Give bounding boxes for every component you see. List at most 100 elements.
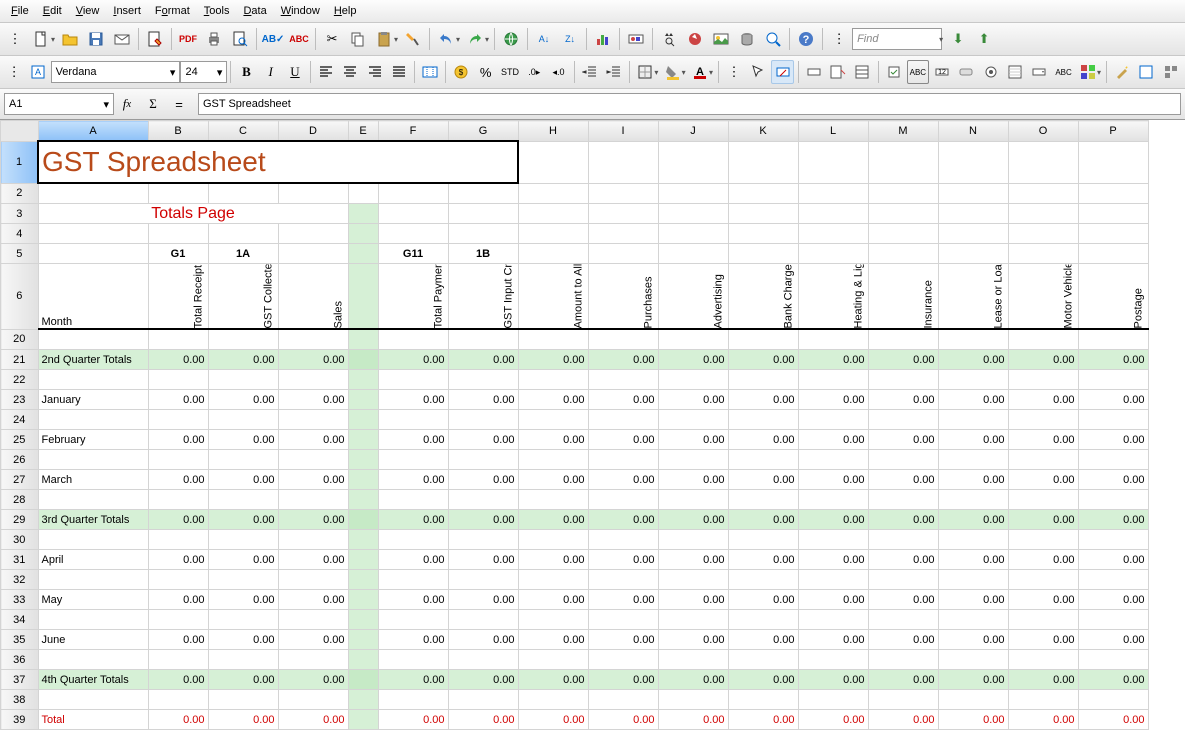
cell-i23[interactable]: 0.00: [518, 390, 588, 410]
cell-label-24[interactable]: [38, 410, 148, 430]
cell-o33[interactable]: 0.00: [938, 590, 1008, 610]
cell-k25[interactable]: 0.00: [658, 430, 728, 450]
cell-g37[interactable]: 0.00: [378, 670, 448, 690]
cell-g36[interactable]: [378, 650, 448, 670]
cell-i38[interactable]: [518, 690, 588, 710]
cell-m29[interactable]: 0.00: [798, 510, 868, 530]
chart-icon[interactable]: [591, 27, 615, 51]
cell-l33[interactable]: 0.00: [728, 590, 798, 610]
cell-j26[interactable]: [588, 450, 658, 470]
cell-d28[interactable]: [208, 490, 278, 510]
row-header-31[interactable]: 31: [1, 550, 39, 570]
cell-label-38[interactable]: [38, 690, 148, 710]
sort-asc-icon[interactable]: A↓: [532, 27, 556, 51]
cell-o26[interactable]: [938, 450, 1008, 470]
cell-j37[interactable]: 0.00: [588, 670, 658, 690]
cell-i28[interactable]: [518, 490, 588, 510]
merge-cells-icon[interactable]: [419, 60, 441, 84]
print-preview-icon[interactable]: [228, 27, 252, 51]
cell-e25[interactable]: 0.00: [278, 430, 348, 450]
cell-label-29[interactable]: 3rd Quarter Totals: [38, 510, 148, 530]
new-doc-icon[interactable]: [29, 27, 53, 51]
col-header-G[interactable]: G: [448, 121, 518, 142]
cell-n31[interactable]: 0.00: [868, 550, 938, 570]
row-header-34[interactable]: 34: [1, 610, 39, 630]
cell-p28[interactable]: [1008, 490, 1078, 510]
col-header-B[interactable]: B: [148, 121, 208, 142]
cell-c22[interactable]: [148, 370, 208, 390]
datasources-icon[interactable]: [735, 27, 759, 51]
styles-icon[interactable]: A: [27, 60, 49, 84]
delete-decimal-icon[interactable]: ◂.0: [547, 60, 569, 84]
cell-g30[interactable]: [378, 530, 448, 550]
cell-d37[interactable]: 0.00: [208, 670, 278, 690]
cell-n27[interactable]: 0.00: [868, 470, 938, 490]
cell-m21[interactable]: 0.00: [798, 350, 868, 370]
function-wizard-icon[interactable]: fx: [115, 92, 139, 116]
cell-n29[interactable]: 0.00: [868, 510, 938, 530]
menu-help[interactable]: Help: [327, 3, 364, 19]
row-header-35[interactable]: 35: [1, 630, 39, 650]
open-icon[interactable]: [58, 27, 82, 51]
header-j[interactable]: Purchases: [588, 264, 658, 330]
cell-h28[interactable]: [448, 490, 518, 510]
spreadsheet-grid[interactable]: ABCDEFGHIJKLMNOP1GST Spreadsheet23Totals…: [0, 120, 1185, 734]
pointer-icon[interactable]: [747, 60, 769, 84]
paste-icon[interactable]: [372, 27, 396, 51]
menu-window[interactable]: Window: [274, 3, 327, 19]
cell-j24[interactable]: [588, 410, 658, 430]
cell-j32[interactable]: [588, 570, 658, 590]
gallery-icon[interactable]: [709, 27, 733, 51]
cell-i33[interactable]: 0.00: [518, 590, 588, 610]
col-header-P[interactable]: P: [1078, 121, 1148, 142]
cell-i35[interactable]: 0.00: [518, 630, 588, 650]
cell-label-34[interactable]: [38, 610, 148, 630]
cell-n25[interactable]: 0.00: [868, 430, 938, 450]
cell-p25[interactable]: 0.00: [1008, 430, 1078, 450]
equals-icon[interactable]: =: [167, 92, 191, 116]
cell-n39[interactable]: 0.00: [868, 710, 938, 730]
cell-o29[interactable]: 0.00: [938, 510, 1008, 530]
spellcheck-icon[interactable]: AB✓: [261, 27, 285, 51]
sort-desc-icon[interactable]: Z↓: [558, 27, 582, 51]
zoom-icon[interactable]: [761, 27, 785, 51]
cell-l22[interactable]: [728, 370, 798, 390]
cell-l21[interactable]: 0.00: [728, 350, 798, 370]
header-d[interactable]: GST Collected: [208, 264, 278, 330]
header-h[interactable]: GST Input Credits: [448, 264, 518, 330]
cell-c25[interactable]: 0.00: [148, 430, 208, 450]
header-m[interactable]: Heating & Lighting: [798, 264, 868, 330]
cell-j38[interactable]: [588, 690, 658, 710]
row-header-29[interactable]: 29: [1, 510, 39, 530]
cell-i25[interactable]: 0.00: [518, 430, 588, 450]
cell-i26[interactable]: [518, 450, 588, 470]
cell-k36[interactable]: [658, 650, 728, 670]
cell-label-21[interactable]: 2nd Quarter Totals: [38, 350, 148, 370]
align-right-icon[interactable]: [364, 60, 386, 84]
cell-label-32[interactable]: [38, 570, 148, 590]
cell-l32[interactable]: [728, 570, 798, 590]
cell-p37[interactable]: 0.00: [1008, 670, 1078, 690]
cell-l27[interactable]: 0.00: [728, 470, 798, 490]
cell-e34[interactable]: [278, 610, 348, 630]
cell-i36[interactable]: [518, 650, 588, 670]
col-header-N[interactable]: N: [938, 121, 1008, 142]
design-mode-icon[interactable]: [771, 60, 793, 84]
cell-o38[interactable]: [938, 690, 1008, 710]
formatted-field-icon[interactable]: 12: [931, 60, 953, 84]
cell-q34[interactable]: [1078, 610, 1148, 630]
row-header-6[interactable]: 6: [1, 264, 39, 330]
cell-c38[interactable]: [148, 690, 208, 710]
cell-k34[interactable]: [658, 610, 728, 630]
bold-icon[interactable]: B: [235, 60, 257, 84]
listbox-icon[interactable]: [1004, 60, 1026, 84]
cell-e21[interactable]: 0.00: [278, 350, 348, 370]
cell-g35[interactable]: 0.00: [378, 630, 448, 650]
cell-j30[interactable]: [588, 530, 658, 550]
cell-h36[interactable]: [448, 650, 518, 670]
cell-c32[interactable]: [148, 570, 208, 590]
cell-m35[interactable]: 0.00: [798, 630, 868, 650]
help-icon[interactable]: ?: [794, 27, 818, 51]
cell-h33[interactable]: 0.00: [448, 590, 518, 610]
row-header-4[interactable]: 4: [1, 224, 39, 244]
